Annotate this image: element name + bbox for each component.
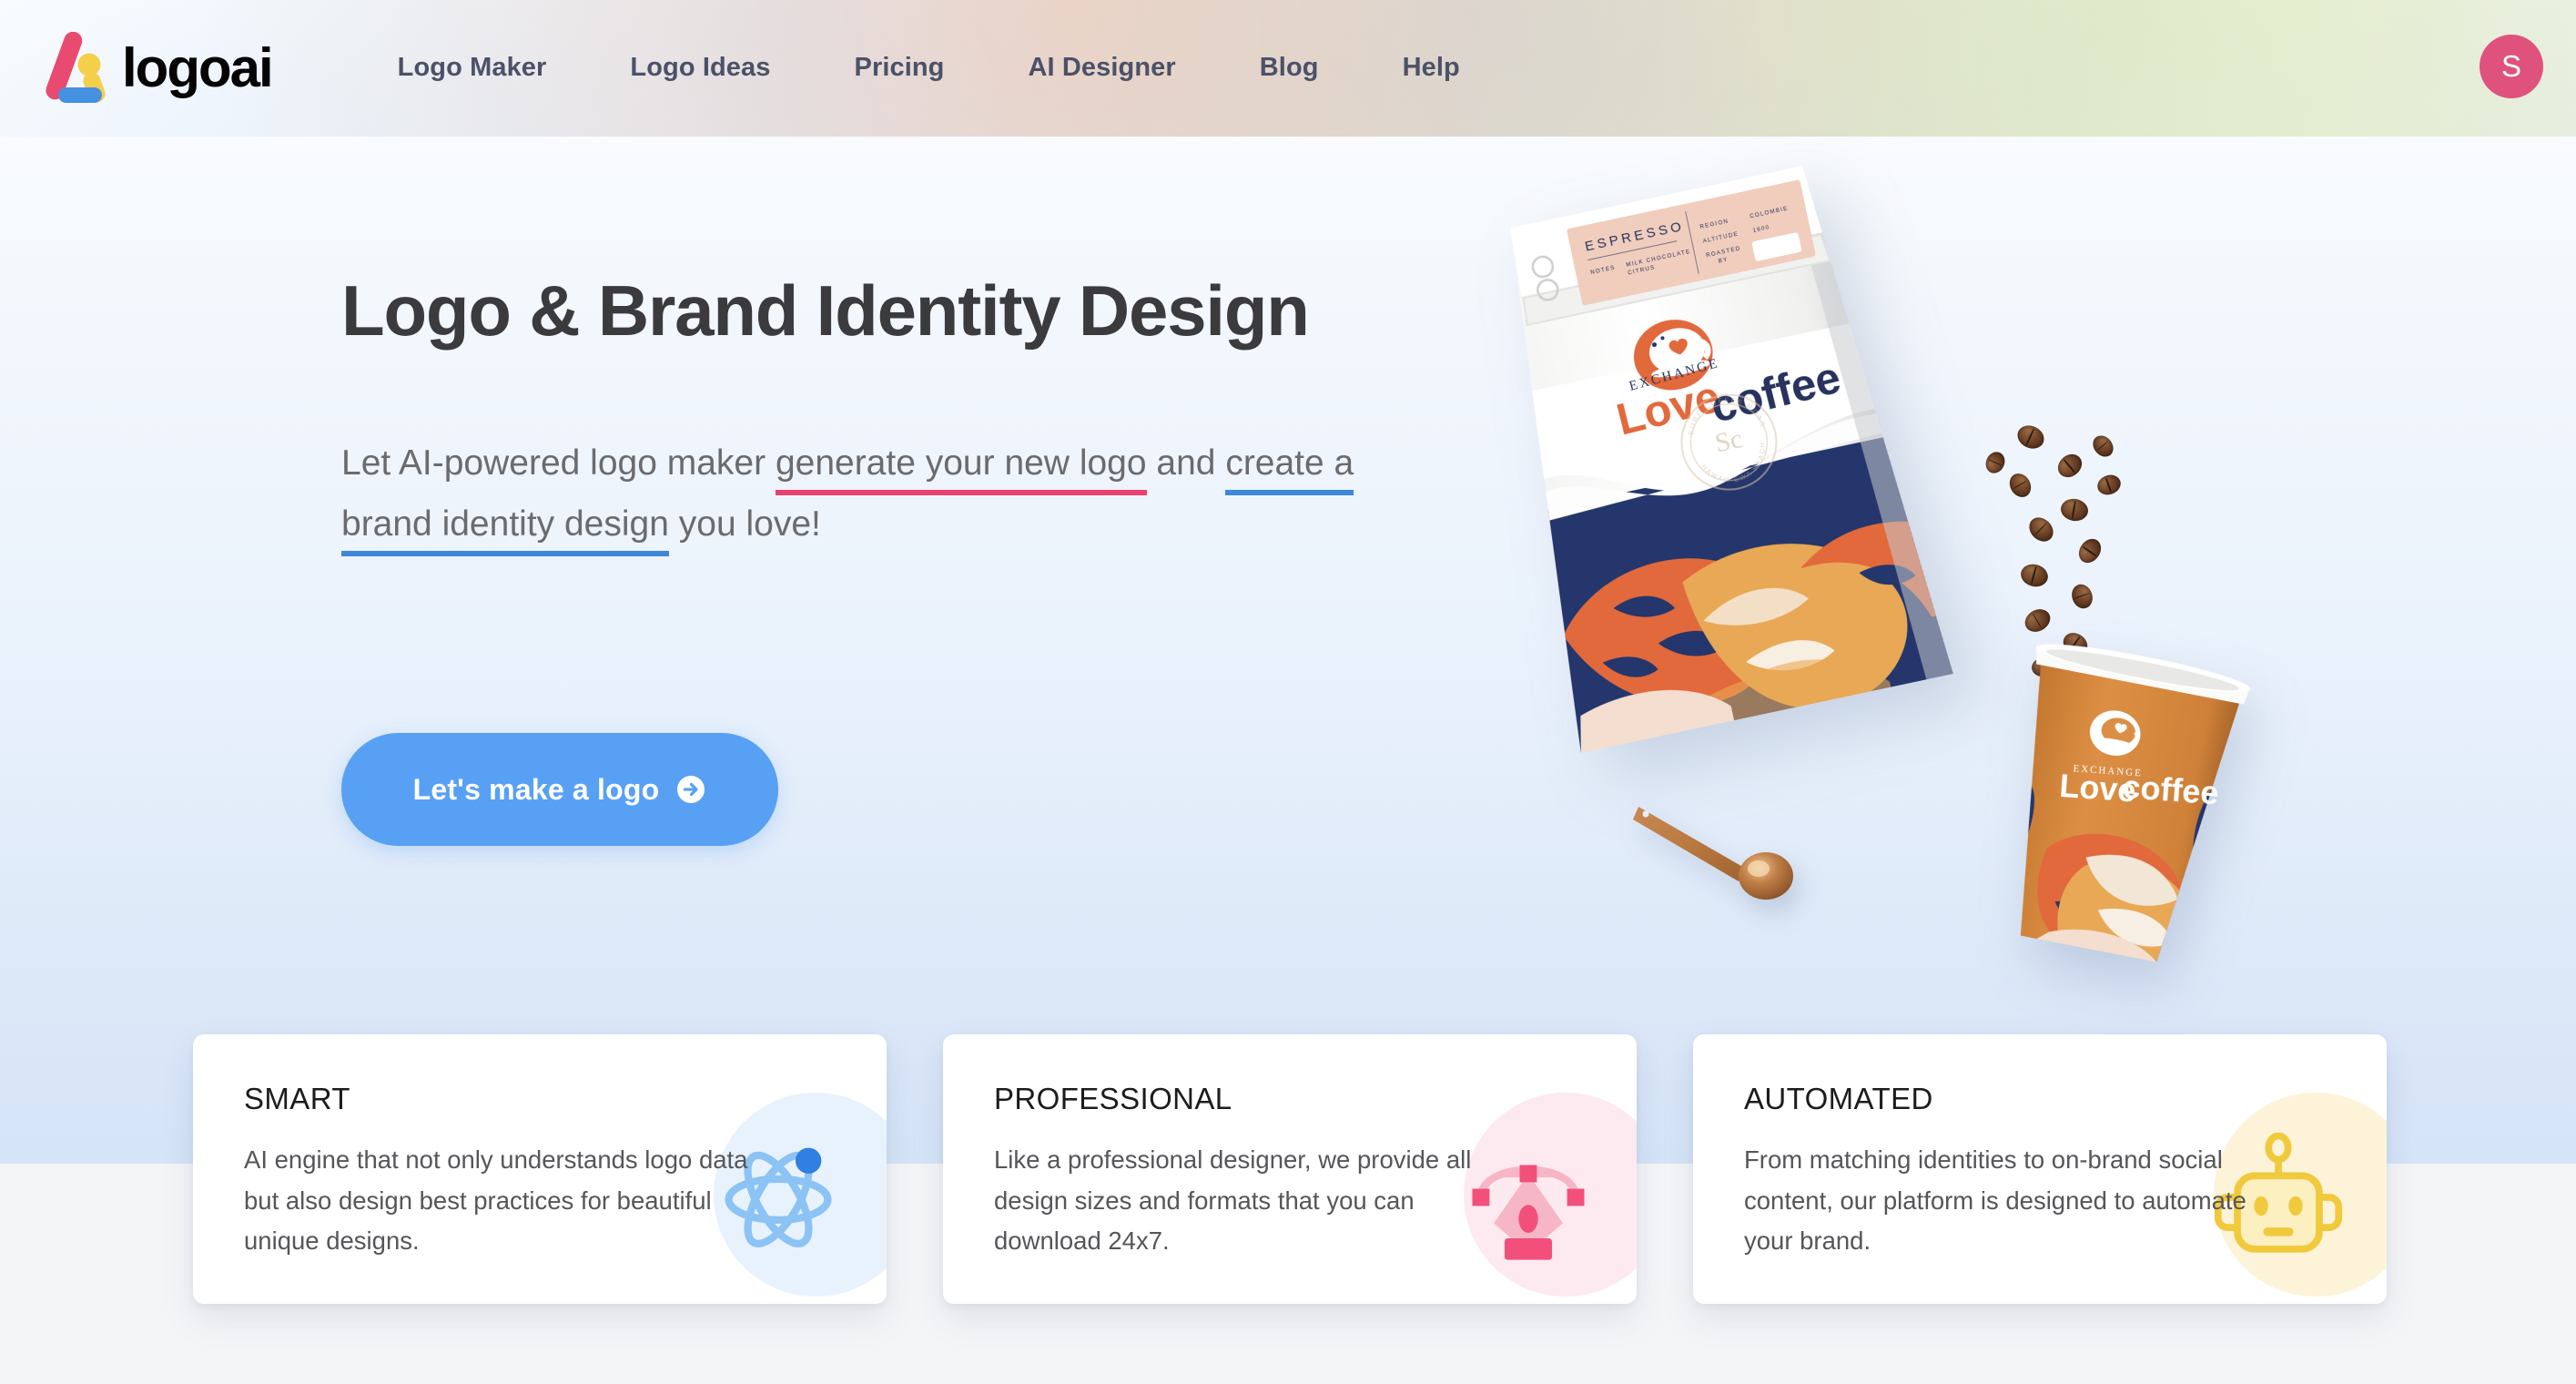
smart-card-text: AI engine that not only understands logo… bbox=[244, 1145, 748, 1256]
automated-card-text: From matching identities to on-brand soc… bbox=[1744, 1145, 2246, 1256]
subhead-highlight-pink: generate your new logo bbox=[775, 443, 1147, 495]
primary-navigation: Logo Maker Logo Ideas Pricing AI Designe… bbox=[398, 53, 1460, 83]
logoai-triangle-mark-icon bbox=[33, 31, 120, 103]
coffee-brand-mockup: ESPRESSO NOTES MILK CHOCOLATE CITRUS REG… bbox=[1420, 137, 2494, 1047]
page-title: Logo & Brand Identity Design bbox=[341, 270, 1310, 351]
nav-item-logo-ideas[interactable]: Logo Ideas bbox=[630, 53, 770, 83]
professional-card-text: Like a professional designer, we provide… bbox=[994, 1145, 1472, 1256]
coffee-cup-mockup: EXCHANGE Love coffee bbox=[1951, 619, 2281, 993]
professional-card-title: PROFESSIONAL bbox=[994, 1082, 1232, 1115]
hero-copy-block: Logo & Brand Identity Design Let AI-powe… bbox=[341, 270, 1479, 556]
nav-item-logo-maker[interactable]: Logo Maker bbox=[398, 53, 547, 83]
user-avatar[interactable]: S bbox=[2480, 35, 2543, 98]
copper-measuring-spoon bbox=[1631, 792, 1813, 901]
feature-card-smart[interactable]: SMART AI engine that not only understand… bbox=[193, 1034, 887, 1304]
subhead-text-3: you love! bbox=[668, 504, 821, 544]
subhead-text-1: Let AI-powered logo maker bbox=[341, 443, 776, 483]
make-a-logo-label: Let's make a logo bbox=[412, 772, 660, 806]
make-a-logo-button[interactable]: Let's make a logo bbox=[341, 733, 778, 846]
subhead-text-2: and bbox=[1146, 443, 1226, 483]
feature-card-automated[interactable]: AUTOMATED From matching identities to on… bbox=[1693, 1034, 2387, 1304]
site-header: logoai Logo Maker Logo Ideas Pricing AI … bbox=[0, 0, 2576, 135]
nav-item-pricing[interactable]: Pricing bbox=[855, 53, 945, 83]
arrow-right-circle-icon bbox=[675, 774, 706, 805]
automated-card-title: AUTOMATED bbox=[1744, 1082, 1933, 1115]
nav-item-blog[interactable]: Blog bbox=[1260, 53, 1319, 83]
nav-item-ai-designer[interactable]: AI Designer bbox=[1029, 53, 1176, 83]
smart-card-title: SMART bbox=[244, 1082, 350, 1115]
nav-item-help[interactable]: Help bbox=[1403, 53, 1460, 83]
hero-subheadline: Let AI-powered logo maker generate your … bbox=[341, 432, 1361, 556]
svg-text:coffee: coffee bbox=[2121, 768, 2220, 811]
brand-logo-link[interactable]: logoai bbox=[33, 31, 274, 103]
avatar-initial: S bbox=[2500, 49, 2521, 83]
feature-cards: SMART AI engine that not only understand… bbox=[193, 1034, 2387, 1308]
coffee-bag-mockup: ESPRESSO NOTES MILK CHOCOLATE CITRUS REG… bbox=[1421, 130, 2002, 781]
feature-card-professional[interactable]: PROFESSIONAL Like a professional designe… bbox=[943, 1034, 1637, 1304]
brand-wordmark: logoai bbox=[122, 36, 274, 98]
